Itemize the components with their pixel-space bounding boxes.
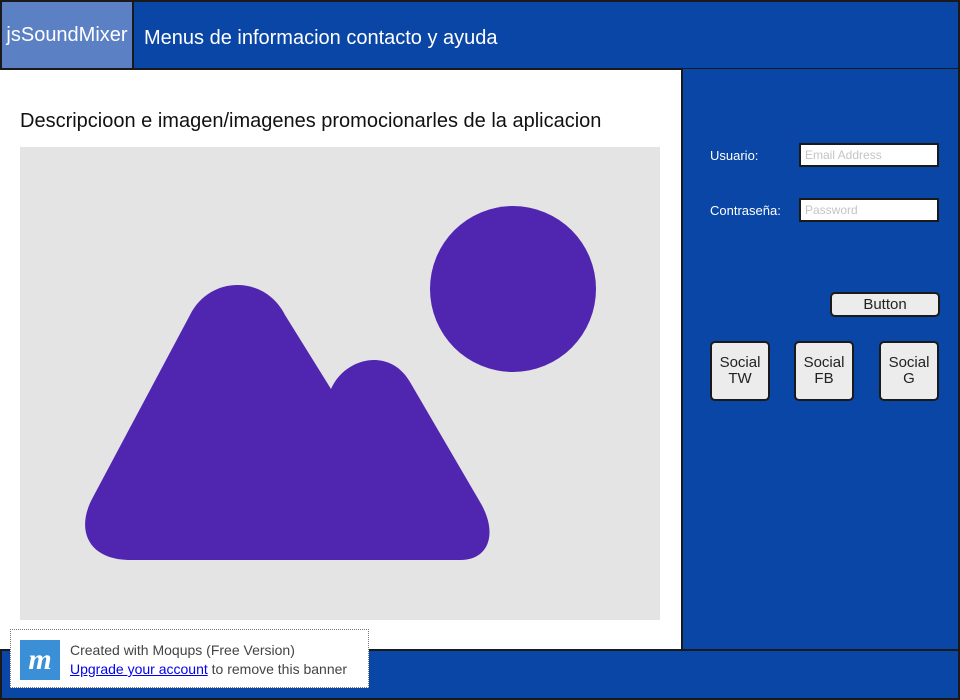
username-label: Usuario: <box>710 148 759 163</box>
password-field[interactable] <box>799 198 939 222</box>
header-bar: jsSoundMixer Menus de informacion contac… <box>0 0 960 70</box>
moqups-logo-icon: m <box>20 640 60 680</box>
moqups-logo-glyph: m <box>28 643 51 676</box>
app-logo[interactable]: jsSoundMixer <box>2 2 134 68</box>
banner-created-text: Created with Moqups (Free Version) <box>70 642 295 658</box>
email-field[interactable] <box>799 143 939 167</box>
login-panel: Usuario: Contraseña: Button Social TW So… <box>681 69 960 649</box>
banner-remove-text: to remove this banner <box>207 661 348 677</box>
mountain-shape <box>85 285 490 560</box>
moqups-logo-letter: m <box>28 643 51 676</box>
header-menu[interactable]: Menus de informacion contacto y ayuda <box>144 2 498 68</box>
social-g-button[interactable]: Social G <box>879 341 939 401</box>
social-fb-button[interactable]: Social FB <box>794 341 854 401</box>
password-label: Contraseña: <box>710 203 781 218</box>
image-placeholder-icon <box>85 206 596 560</box>
page-title: Descripcioon e imagen/imagenes promocion… <box>20 110 602 132</box>
promo-image-placeholder <box>20 147 660 620</box>
upgrade-account-link[interactable]: Upgrade your account <box>70 661 208 677</box>
moqups-banner: m Created with Moqups (Free Version) Upg… <box>10 629 369 688</box>
login-button[interactable]: Button <box>830 292 940 317</box>
sun-shape <box>430 206 596 372</box>
social-tw-button[interactable]: Social TW <box>710 341 770 401</box>
banner-upgrade-text: Upgrade your account to remove this bann… <box>70 661 347 677</box>
